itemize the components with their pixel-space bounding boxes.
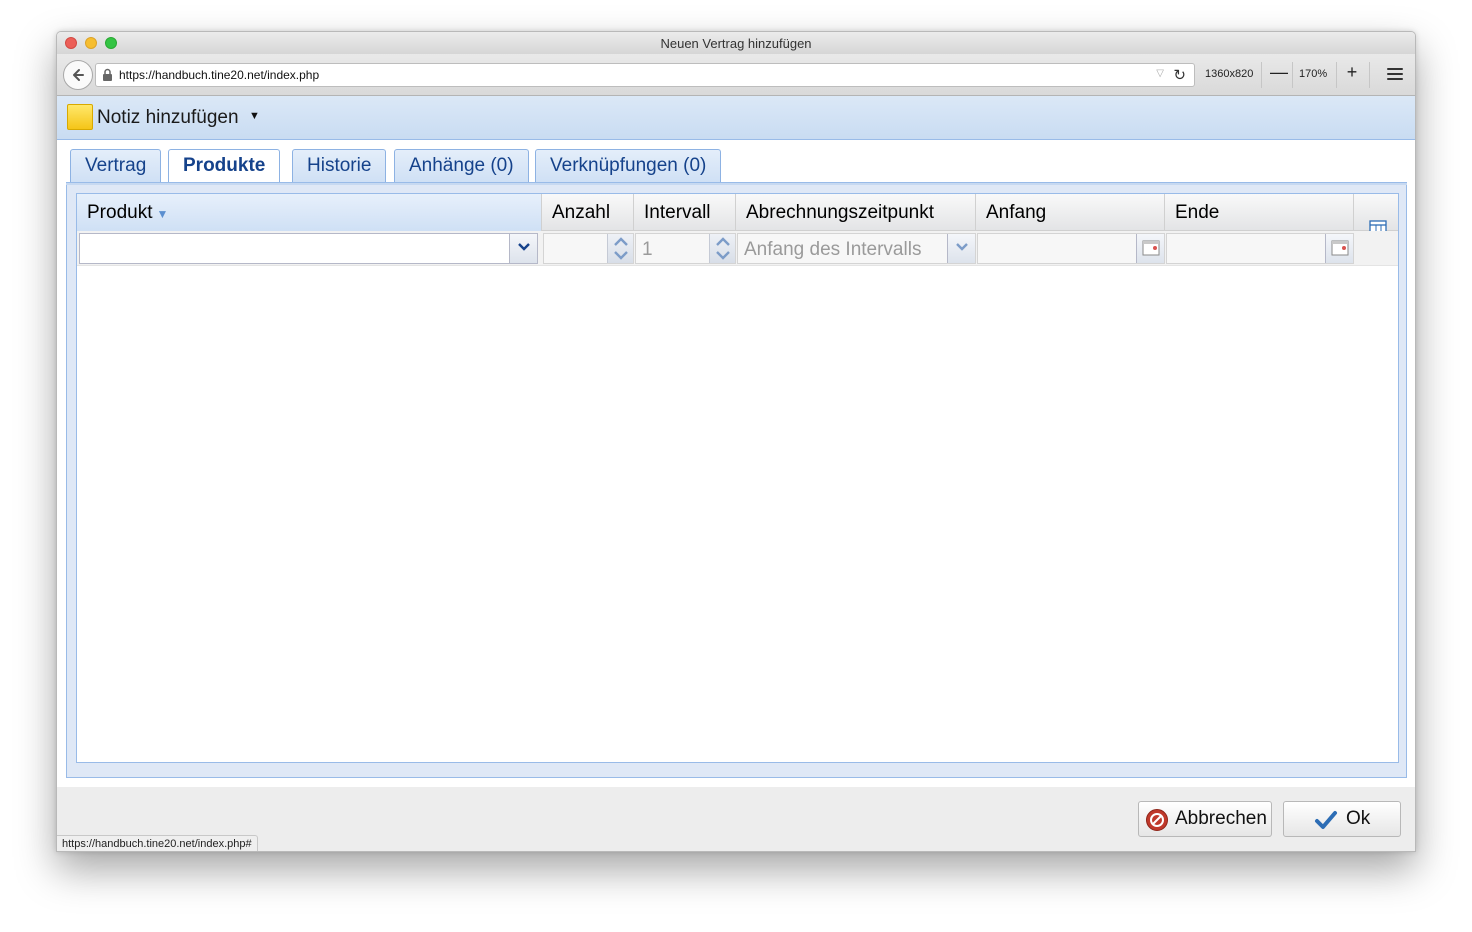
tab-historie[interactable]: Historie [292,149,387,183]
spinner-arrows-icon [614,237,628,260]
tab-verknuepfungen[interactable]: Verknüpfungen (0) [535,149,722,183]
menu-icon[interactable] [1387,68,1403,80]
zoom-in-button[interactable]: + [1344,62,1360,83]
ok-button[interactable]: Ok [1283,801,1401,837]
intervall-spin-buttons[interactable] [709,234,735,263]
toolbar-divider [1336,62,1337,88]
column-label: Produkt [87,202,153,223]
column-label: Anzahl [552,202,611,223]
spinner-arrows-icon [716,237,730,260]
toolbar-divider [1261,62,1262,88]
cancel-icon [1146,809,1168,831]
column-abrechnungszeitpunkt[interactable]: Abrechnungszeitpunkt [736,194,976,231]
minimize-window-icon[interactable] [85,37,97,49]
toolbar-divider [1369,62,1370,88]
column-anfang[interactable]: Anfang [976,194,1165,231]
lock-icon [103,68,112,81]
title-bar: Neuen Vertrag hinzufügen [57,32,1415,54]
column-anzahl[interactable]: Anzahl [542,194,634,231]
ende-date-field[interactable] [1166,233,1354,264]
intervall-spinner[interactable]: 1 [635,233,736,264]
abrechnungszeitpunkt-combo[interactable]: Anfang des Intervalls [737,233,976,264]
note-icon[interactable] [67,104,93,130]
new-row-editor: 1 Anfang des Intervalls [77,231,1398,266]
toolbar-divider [1292,62,1293,88]
intervall-value: 1 [642,239,653,260]
column-intervall[interactable]: Intervall [634,194,736,231]
column-ende[interactable]: Ende [1165,194,1354,231]
sort-desc-icon: ▼ [156,207,169,221]
browser-navbar: https://handbuch.tine20.net/index.php ▽ … [57,54,1415,96]
chevron-down-icon[interactable]: ▼ [249,110,260,122]
column-label: Abrechnungszeitpunkt [746,202,935,223]
reload-icon[interactable]: ↻ [1173,66,1186,84]
products-panel: Produkt ▼ Anzahl Intervall Abrechnungszei… [66,185,1407,778]
calendar-icon [1331,240,1348,256]
add-note-button[interactable]: Notiz hinzufügen [97,107,239,129]
url-bar[interactable]: https://handbuch.tine20.net/index.php ▽ … [95,63,1195,87]
close-window-icon[interactable] [65,37,77,49]
ok-label: Ok [1346,808,1371,829]
maximize-window-icon[interactable] [105,37,117,49]
resolution-label: 1360x820 [1205,68,1254,80]
zoom-out-button[interactable]: — [1270,62,1288,83]
zoom-level: 170% [1299,68,1328,80]
abrechnungszeitpunkt-value: Anfang des Intervalls [744,239,922,260]
tab-anhaenge[interactable]: Anhänge (0) [394,149,529,183]
anzahl-spinner[interactable] [543,233,634,264]
column-produkt[interactable]: Produkt ▼ [77,194,542,231]
status-bar: https://handbuch.tine20.net/index.php# [57,835,258,851]
chevron-down-icon [517,243,530,251]
produkt-combo[interactable] [79,233,538,264]
tab-strip: Vertrag Produkte Historie Anhänge (0) Ve… [57,140,1415,186]
abrechnungszeitpunkt-dropdown-trigger[interactable] [947,234,975,263]
url-text: https://handbuch.tine20.net/index.php [119,68,320,82]
column-label: Intervall [644,202,711,223]
grid-header: Produkt ▼ Anzahl Intervall Abrechnungszei… [77,194,1398,237]
browser-window: Neuen Vertrag hinzufügen https://handbuc… [56,31,1416,852]
chevron-down-icon [955,243,968,251]
column-label: Ende [1175,202,1220,223]
cancel-button[interactable]: Abbrechen [1138,801,1272,837]
products-grid: Produkt ▼ Anzahl Intervall Abrechnungszei… [76,193,1399,763]
tab-vertrag[interactable]: Vertrag [70,149,162,183]
calendar-icon [1142,240,1159,256]
anfang-date-trigger[interactable] [1136,234,1164,263]
tab-produkte[interactable]: Produkte [168,149,281,185]
url-dropdown-icon[interactable]: ▽ [1156,68,1164,79]
cancel-label: Abbrechen [1175,808,1267,829]
dialog-content: Notiz hinzufügen ▼ Vertrag Produkte Hist… [57,96,1415,851]
column-label: Anfang [986,202,1047,223]
back-arrow-icon [73,69,84,81]
back-button[interactable] [63,60,93,90]
dialog-footer: Abbrechen Ok [57,787,1415,851]
anfang-date-field[interactable] [977,233,1165,264]
checkmark-icon [1315,811,1337,829]
ende-date-trigger[interactable] [1325,234,1353,263]
window-title: Neuen Vertrag hinzufügen [660,36,812,51]
anzahl-spin-buttons[interactable] [607,234,633,263]
produkt-dropdown-trigger[interactable] [509,234,537,263]
action-toolbar: Notiz hinzufügen ▼ [57,96,1415,140]
